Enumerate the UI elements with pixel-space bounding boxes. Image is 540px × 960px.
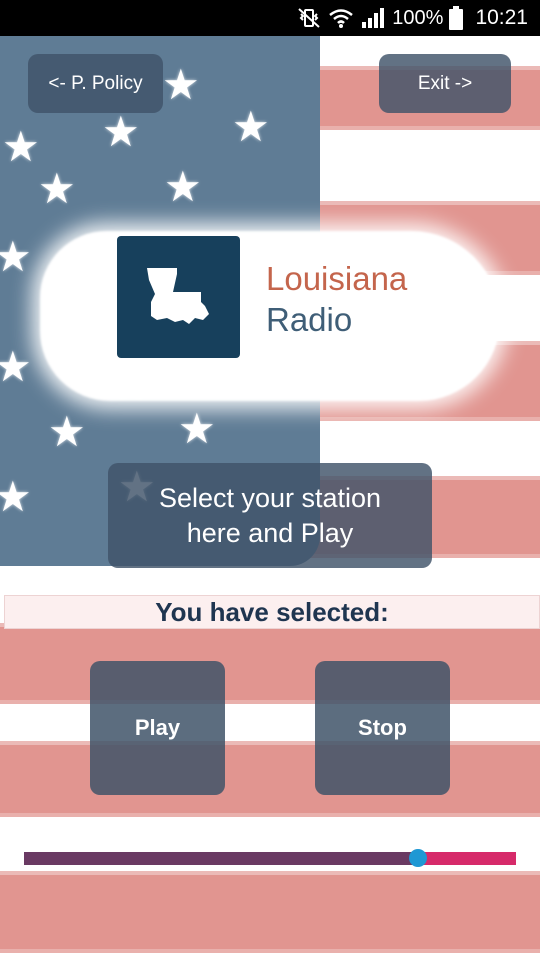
station-selector-line2: here and Play xyxy=(186,517,354,548)
play-button[interactable]: Play xyxy=(90,661,225,795)
status-bar: 100% 10:21 xyxy=(0,0,540,36)
volume-fill xyxy=(24,852,418,865)
star-icon: ★ xyxy=(164,163,202,210)
station-selector-line1: Select your station xyxy=(158,482,382,513)
volume-thumb[interactable] xyxy=(408,849,427,867)
app-logo xyxy=(117,236,240,358)
star-icon: ★ xyxy=(48,408,86,455)
star-icon: ★ xyxy=(102,108,140,155)
star-icon: ★ xyxy=(0,343,32,390)
selected-station-label: You have selected: xyxy=(4,595,540,629)
star-icon: ★ xyxy=(232,103,270,150)
clock: 10:21 xyxy=(475,6,528,29)
battery-icon xyxy=(449,6,464,30)
privacy-policy-button[interactable]: <- P. Policy xyxy=(28,54,163,113)
wifi-icon xyxy=(328,7,354,29)
star-icon: ★ xyxy=(38,165,76,212)
battery-percent: 100% xyxy=(392,6,444,29)
flag-stripe xyxy=(0,623,540,704)
app-name: Louisiana Radio xyxy=(266,258,407,340)
exit-button[interactable]: Exit -> xyxy=(379,54,511,113)
station-selector-button[interactable]: Select your station here and Play xyxy=(108,463,432,568)
signal-icon xyxy=(360,7,386,29)
star-icon: ★ xyxy=(0,473,32,520)
vibrate-icon xyxy=(296,7,322,29)
app-name-line1: Louisiana xyxy=(266,260,408,297)
star-icon: ★ xyxy=(0,233,32,280)
star-icon: ★ xyxy=(162,61,200,108)
status-icons: 100% 10:21 xyxy=(296,0,528,36)
flag-stripe xyxy=(0,741,540,817)
star-icon: ★ xyxy=(178,405,216,452)
volume-slider[interactable] xyxy=(24,849,516,867)
star-icon: ★ xyxy=(2,123,40,170)
app-name-line2: Radio xyxy=(266,301,353,338)
louisiana-state-icon xyxy=(146,268,209,324)
flag-stripe xyxy=(0,871,540,953)
stop-button[interactable]: Stop xyxy=(315,661,450,795)
